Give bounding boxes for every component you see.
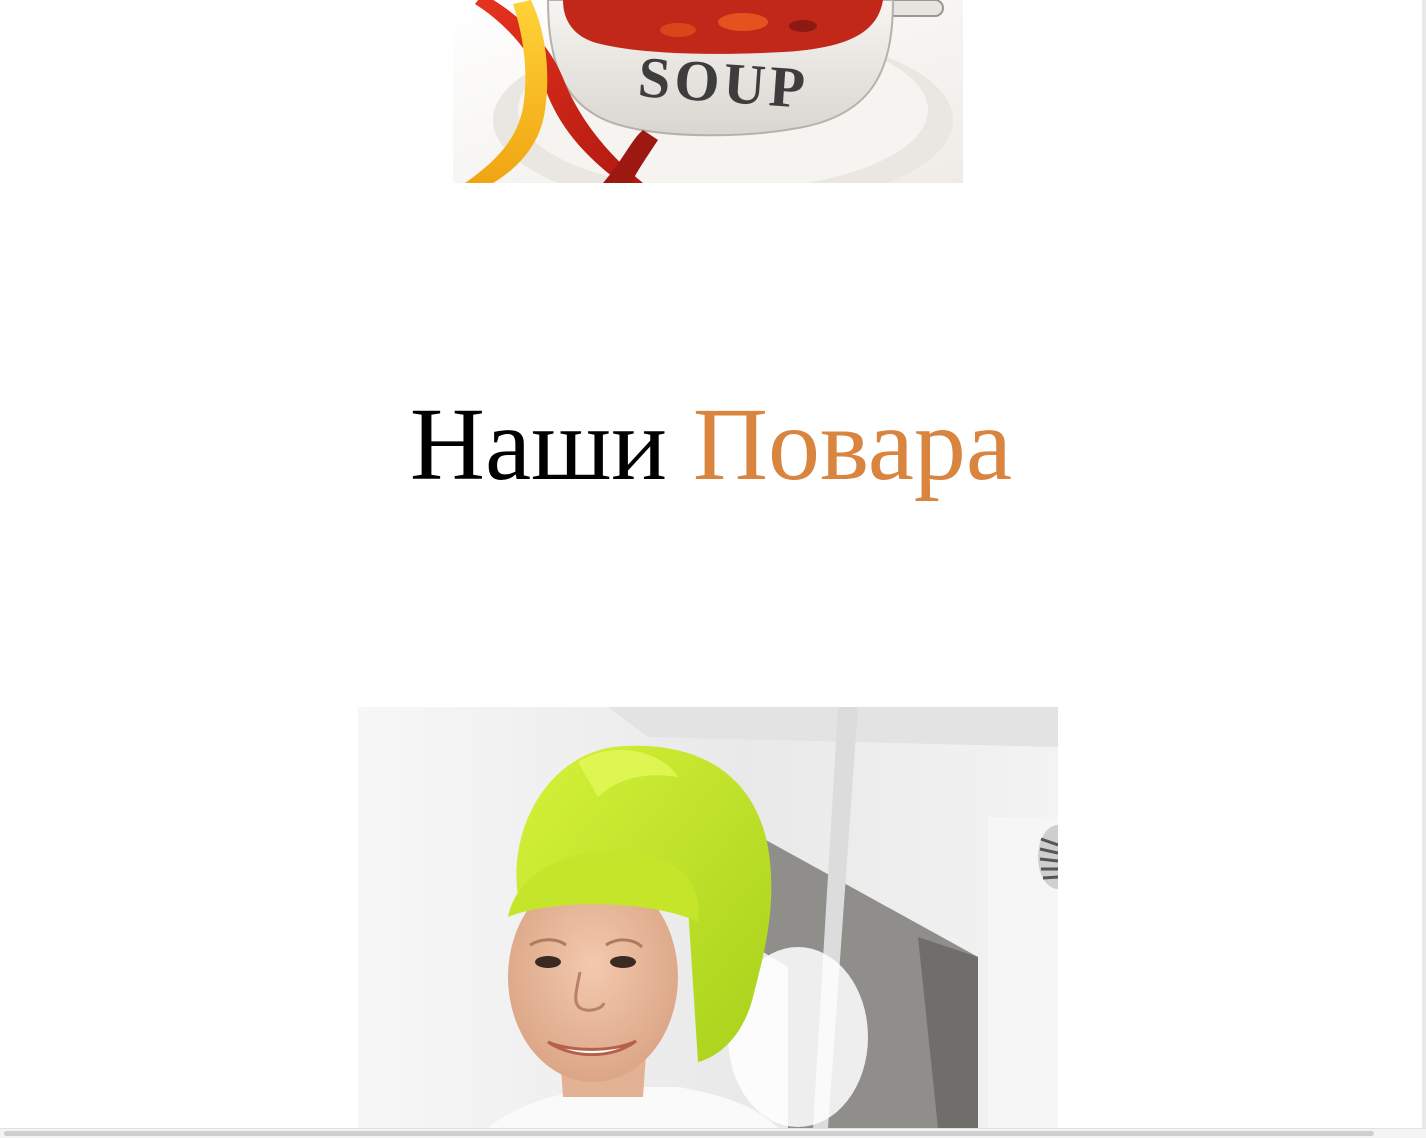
vertical-scrollbar[interactable]	[1422, 0, 1426, 1138]
title-word-chefs: Повара	[692, 387, 1013, 502]
horizontal-scrollbar-thumb[interactable]	[4, 1131, 1374, 1136]
title-word-our: Наши	[409, 387, 667, 502]
page: SOUP Наши Повара	[0, 0, 1426, 1138]
chef-portrait-illustration	[358, 707, 1058, 1128]
soup-lettering: SOUP	[636, 44, 811, 121]
horizontal-scrollbar[interactable]	[0, 1128, 1426, 1138]
soup-bowl-illustration: SOUP	[453, 0, 963, 183]
chef-image	[358, 707, 1058, 1128]
chefs-section-title: Наши Повара	[0, 385, 1422, 505]
soup-image: SOUP	[453, 0, 963, 183]
